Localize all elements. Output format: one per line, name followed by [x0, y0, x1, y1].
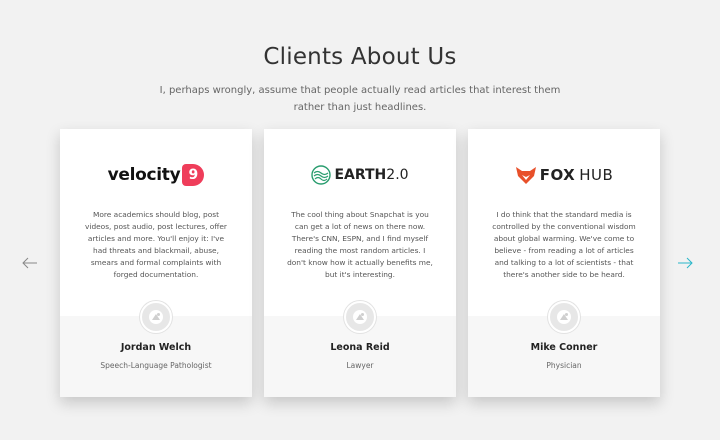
velocity-logo: velocity 9	[60, 161, 252, 189]
logo-badge: 9	[182, 164, 205, 186]
arrow-right-icon	[678, 257, 693, 269]
foxhub-logo: FOX HUB	[468, 161, 660, 189]
testimonial-card: EARTH2.0 The cool thing about Snapchat i…	[264, 129, 456, 397]
client-name: Leona Reid	[330, 342, 390, 353]
testimonial-card: FOX HUB I do think that the standard medi…	[468, 129, 660, 397]
client-role: Lawyer	[346, 361, 374, 370]
user-placeholder-icon	[353, 310, 367, 324]
logo-text: FOX HUB	[539, 166, 614, 184]
logo-text: velocity	[107, 165, 181, 185]
carousel-prev-button[interactable]	[21, 256, 39, 270]
section-subtitle: I, perhaps wrongly, assume that people a…	[159, 85, 561, 113]
arrow-left-icon	[22, 257, 37, 269]
earth-logo: EARTH2.0	[264, 161, 456, 189]
earth-waves-icon	[311, 165, 332, 185]
fox-head-icon	[515, 167, 536, 184]
client-role: Speech-Language Pathologist	[100, 361, 212, 370]
testimonial-quote: The cool thing about Snapchat is you can…	[287, 210, 433, 279]
section-title: Clients About Us	[263, 44, 457, 70]
avatar	[344, 301, 376, 333]
user-placeholder-icon	[149, 310, 163, 324]
avatar	[548, 301, 580, 333]
user-placeholder-icon	[557, 310, 571, 324]
client-role: Physician	[546, 361, 582, 370]
testimonial-quote: I do think that the standard media is co…	[492, 210, 636, 279]
avatar	[140, 301, 172, 333]
logo-text: EARTH2.0	[334, 167, 409, 183]
testimonial-quote: More academics should blog, post videos,…	[85, 210, 227, 279]
client-name: Jordan Welch	[120, 342, 192, 353]
client-name: Mike Conner	[530, 342, 598, 353]
testimonial-card: velocity 9 More academics should blog, p…	[60, 129, 252, 397]
carousel-next-button[interactable]	[676, 256, 694, 270]
